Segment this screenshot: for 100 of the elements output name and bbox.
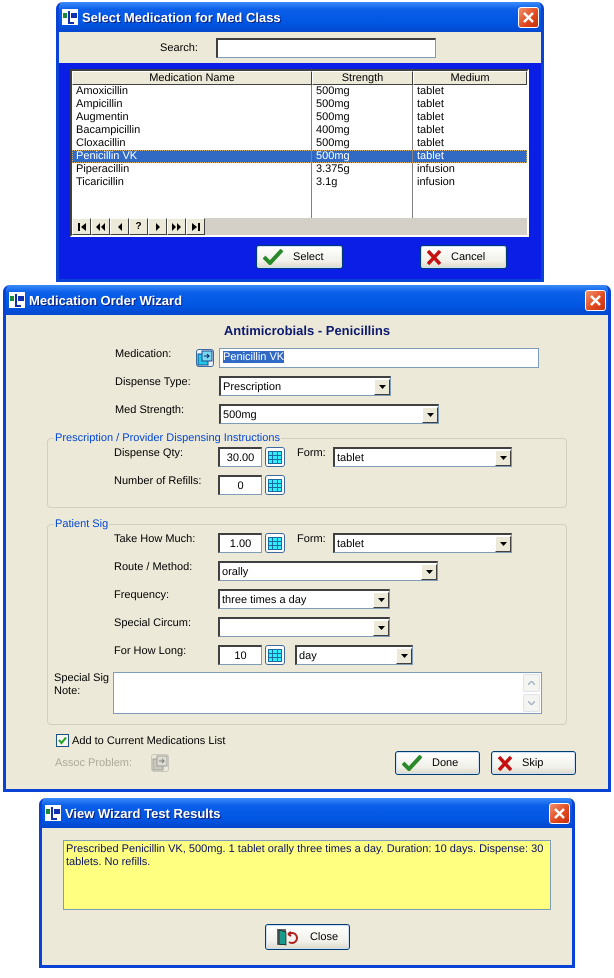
- table-row[interactable]: Piperacillin 3.375g infusion: [72, 163, 527, 176]
- group-title: Patient Sig: [54, 518, 110, 530]
- column-header[interactable]: Medium: [413, 71, 527, 85]
- pages-icon: [197, 350, 213, 366]
- table-cell: 400mg: [312, 124, 413, 137]
- field-label: Assoc Problem:: [55, 757, 134, 769]
- rewind-icon: [96, 222, 105, 230]
- medication-field[interactable]: Penicillin VK: [219, 348, 539, 368]
- nav-button[interactable]: [148, 218, 167, 235]
- table-cell: Bacampicillin: [72, 124, 312, 137]
- grid-icon: [268, 478, 282, 492]
- first-icon: [78, 222, 86, 230]
- caret-icon: [500, 542, 506, 546]
- dropdown-arrow-button[interactable]: [495, 450, 511, 466]
- nav-button[interactable]: [167, 218, 186, 235]
- caret-icon: [400, 654, 408, 658]
- nav-button[interactable]: [110, 218, 129, 235]
- table-cell: 500mg: [312, 150, 413, 163]
- dropdown[interactable]: day: [295, 645, 413, 665]
- cancel-button[interactable]: Cancel: [420, 245, 507, 269]
- column-header[interactable]: Medication Name: [72, 71, 312, 85]
- done-button[interactable]: Done: [395, 751, 480, 775]
- window-title: Medication Order Wizard: [29, 292, 184, 308]
- close-button[interactable]: [549, 802, 570, 824]
- number-field[interactable]: 10: [218, 645, 262, 665]
- checkbox-label: Add to Current Medications List: [72, 734, 226, 746]
- table-cell: Ticaricillin: [72, 176, 312, 189]
- dropdown-arrow-button[interactable]: [422, 406, 438, 422]
- close-dialog-button[interactable]: Close: [264, 924, 350, 950]
- window-title: View Wizard Test Results: [65, 806, 222, 820]
- keypad-button[interactable]: [265, 447, 285, 467]
- caret-icon: [500, 456, 506, 460]
- table-row[interactable]: Penicillin VK 500mg tablet: [72, 150, 527, 163]
- dropdown-arrow-button[interactable]: [495, 536, 511, 552]
- group-title: Prescription / Provider Dispensing Instructions: [54, 432, 281, 444]
- dropdown[interactable]: three times a day: [218, 589, 390, 609]
- close-icon: [589, 294, 602, 306]
- table-cell: Augmentin: [72, 111, 312, 124]
- field-label: Medication:: [115, 348, 172, 360]
- table-row[interactable]: Amoxicillin 500mg tablet: [72, 85, 527, 98]
- dropdown-arrow-button[interactable]: [374, 378, 390, 394]
- table-cell: 3.1g: [312, 176, 413, 189]
- dropdown[interactable]: 500mg: [219, 404, 439, 424]
- table-cell: 500mg: [312, 98, 413, 111]
- column-header[interactable]: Strength: [312, 71, 413, 85]
- table-row[interactable]: Ticaricillin 3.1g infusion: [72, 176, 527, 189]
- table-cell-text: infusion: [416, 163, 456, 176]
- table-cell-text: tablet: [416, 124, 445, 137]
- table-cell: Piperacillin: [72, 163, 312, 176]
- table-cell: 3.375g: [312, 163, 413, 176]
- caret-icon: [378, 598, 384, 602]
- dropdown[interactable]: tablet: [333, 447, 512, 467]
- close-icon: [553, 806, 566, 820]
- grid-icon: [268, 450, 282, 464]
- table-row[interactable]: Augmentin 500mg tablet: [72, 111, 527, 124]
- dropdown-arrow-button[interactable]: [396, 648, 412, 664]
- x-icon: [498, 756, 512, 770]
- picker-button[interactable]: [196, 349, 214, 367]
- dropdown[interactable]: tablet: [333, 533, 512, 553]
- nav-button[interactable]: [72, 218, 91, 235]
- dropdown[interactable]: Prescription: [219, 376, 391, 396]
- table-cell-text: tablet: [416, 111, 445, 124]
- field-label: Special Sig Note:: [54, 672, 110, 699]
- check-icon: [402, 755, 422, 771]
- nav-button[interactable]: [186, 218, 205, 235]
- field-label: Route / Method:: [114, 561, 194, 573]
- table-cell: Ampicillin: [72, 98, 312, 111]
- field-label: Take How Much:: [114, 533, 196, 545]
- dropdown-arrow-button[interactable]: [373, 592, 389, 608]
- number-field[interactable]: 30.00: [218, 447, 262, 467]
- keypad-button[interactable]: [265, 533, 285, 553]
- dropdown-arrow-button[interactable]: [373, 620, 389, 636]
- grid-icon: [268, 536, 282, 550]
- dropdown[interactable]: orally: [218, 561, 438, 581]
- close-button[interactable]: [585, 290, 606, 310]
- table-cell: 500mg: [312, 111, 413, 124]
- field-label: Med Strength:: [115, 404, 186, 416]
- table-row[interactable]: Bacampicillin 400mg tablet: [72, 124, 527, 137]
- checkbox[interactable]: [56, 734, 69, 747]
- dropdown-arrow-button[interactable]: [421, 564, 437, 580]
- search-field[interactable]: [216, 38, 436, 58]
- nav-button[interactable]: [91, 218, 110, 235]
- door-icon: [276, 928, 298, 946]
- number-field[interactable]: 0: [218, 475, 262, 495]
- field-label: Number of Refills:: [114, 475, 202, 487]
- class-heading: Antimicrobials - Penicillins: [222, 323, 392, 338]
- table-row[interactable]: Ampicillin 500mg tablet: [72, 98, 527, 111]
- skip-button[interactable]: Skip: [491, 751, 576, 775]
- right-arrow-icon: [156, 222, 160, 230]
- close-button[interactable]: [518, 6, 539, 28]
- app-icon: [62, 9, 78, 25]
- table-cell-text: tablet: [416, 150, 445, 163]
- keypad-button[interactable]: [265, 645, 285, 665]
- number-field[interactable]: 1.00: [218, 533, 262, 553]
- select-button[interactable]: Select: [256, 245, 343, 269]
- keypad-button[interactable]: [265, 475, 285, 495]
- dropdown[interactable]: [218, 617, 390, 637]
- help-button[interactable]: ?: [129, 218, 148, 235]
- caret-icon: [378, 384, 386, 388]
- field-label: Special Circum:: [114, 617, 192, 629]
